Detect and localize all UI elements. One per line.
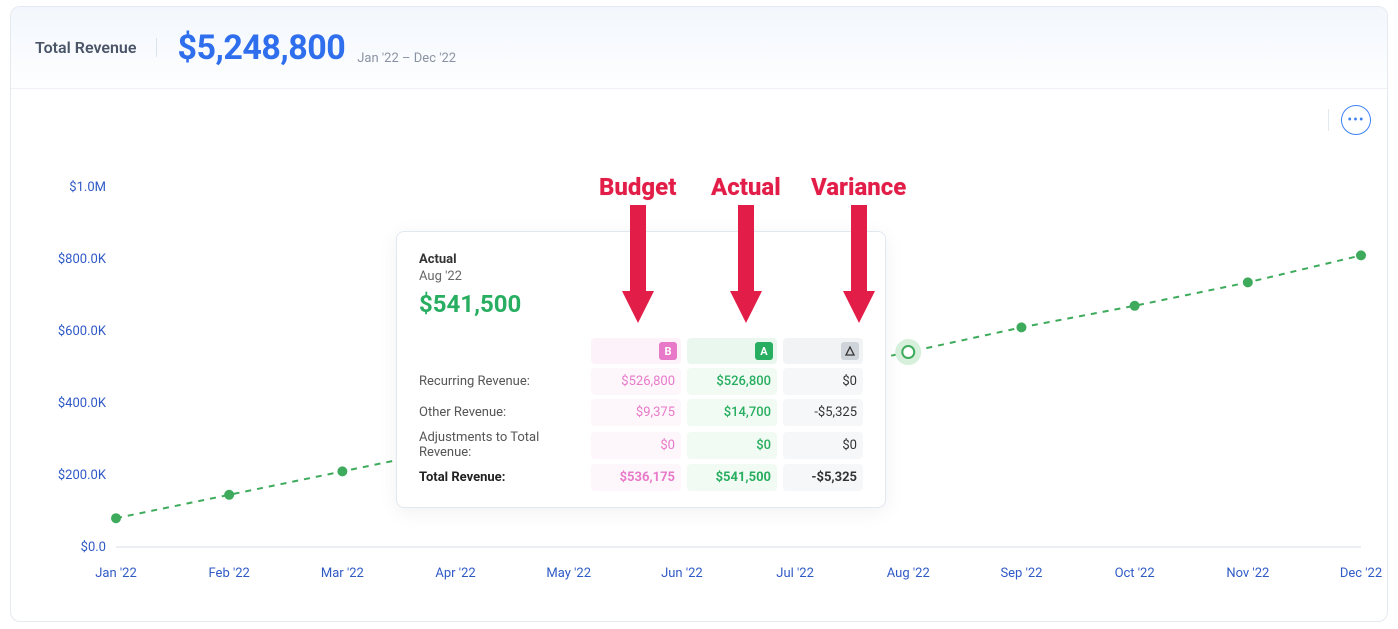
cell-variance: -$5,325 (783, 399, 863, 426)
tooltip-month: Aug '22 (419, 269, 863, 284)
cell-budget: $0 (591, 432, 681, 459)
cell-variance: $0 (783, 432, 863, 459)
svg-text:Apr '22: Apr '22 (435, 566, 475, 581)
more-menu-button[interactable]: ••• (1341, 105, 1371, 135)
metric-amount: $5,248,800 (177, 28, 345, 68)
variance-column-header (783, 338, 863, 364)
svg-text:Jul '22: Jul '22 (776, 566, 814, 581)
divider (1328, 109, 1329, 131)
row-label: Adjustments to Total Revenue: (419, 430, 585, 460)
svg-text:$600.0K: $600.0K (58, 324, 107, 339)
cell-variance-total: -$5,325 (783, 464, 863, 491)
budget-column-header: B (591, 338, 681, 364)
row-label-total: Total Revenue: (419, 470, 585, 485)
metric-date-range: Jan '22 – Dec '22 (357, 51, 456, 88)
cell-actual-total: $541,500 (687, 464, 777, 491)
cell-variance: $0 (783, 368, 863, 395)
variance-badge-icon (841, 342, 859, 360)
svg-text:Dec '22: Dec '22 (1340, 566, 1382, 581)
card-header: Total Revenue $5,248,800 Jan '22 – Dec '… (11, 7, 1387, 89)
svg-text:Oct '22: Oct '22 (1115, 566, 1155, 581)
svg-text:$400.0K: $400.0K (58, 396, 107, 411)
svg-text:Nov '22: Nov '22 (1226, 566, 1269, 581)
svg-text:Jan '22: Jan '22 (95, 566, 137, 581)
cell-budget: $526,800 (591, 368, 681, 395)
more-icon: ••• (1347, 112, 1364, 128)
svg-text:$800.0K: $800.0K (58, 252, 107, 267)
svg-text:Aug '22: Aug '22 (887, 566, 930, 581)
tooltip-amount: $541,500 (419, 290, 863, 318)
budget-badge-icon: B (659, 342, 677, 360)
revenue-card: Total Revenue $5,248,800 Jan '22 – Dec '… (10, 6, 1388, 622)
tooltip-series-label: Actual (419, 252, 863, 267)
metric-title: Total Revenue (35, 38, 157, 57)
cell-budget-total: $536,175 (591, 464, 681, 491)
svg-text:$0.0: $0.0 (81, 540, 106, 555)
card-actions: ••• (1328, 105, 1371, 135)
cell-actual: $526,800 (687, 368, 777, 395)
row-label: Recurring Revenue: (419, 374, 585, 389)
svg-text:May '22: May '22 (546, 566, 591, 581)
cell-actual: $0 (687, 432, 777, 459)
svg-text:Sep '22: Sep '22 (1000, 566, 1042, 581)
svg-text:Jun '22: Jun '22 (661, 566, 703, 581)
actual-badge-icon: A (755, 342, 773, 360)
svg-text:Feb '22: Feb '22 (209, 566, 250, 581)
cell-budget: $9,375 (591, 399, 681, 426)
tooltip-breakdown-table: B A Recurring Revenue: $526,800 $526,800… (419, 338, 863, 491)
chart-tooltip: Actual Aug '22 $541,500 B A Recurring Re… (396, 231, 886, 508)
svg-text:$1.0M: $1.0M (69, 180, 106, 195)
svg-text:$200.0K: $200.0K (58, 468, 107, 483)
cell-actual: $14,700 (687, 399, 777, 426)
row-label: Other Revenue: (419, 405, 585, 420)
actual-column-header: A (687, 338, 777, 364)
svg-text:Mar '22: Mar '22 (321, 566, 364, 581)
